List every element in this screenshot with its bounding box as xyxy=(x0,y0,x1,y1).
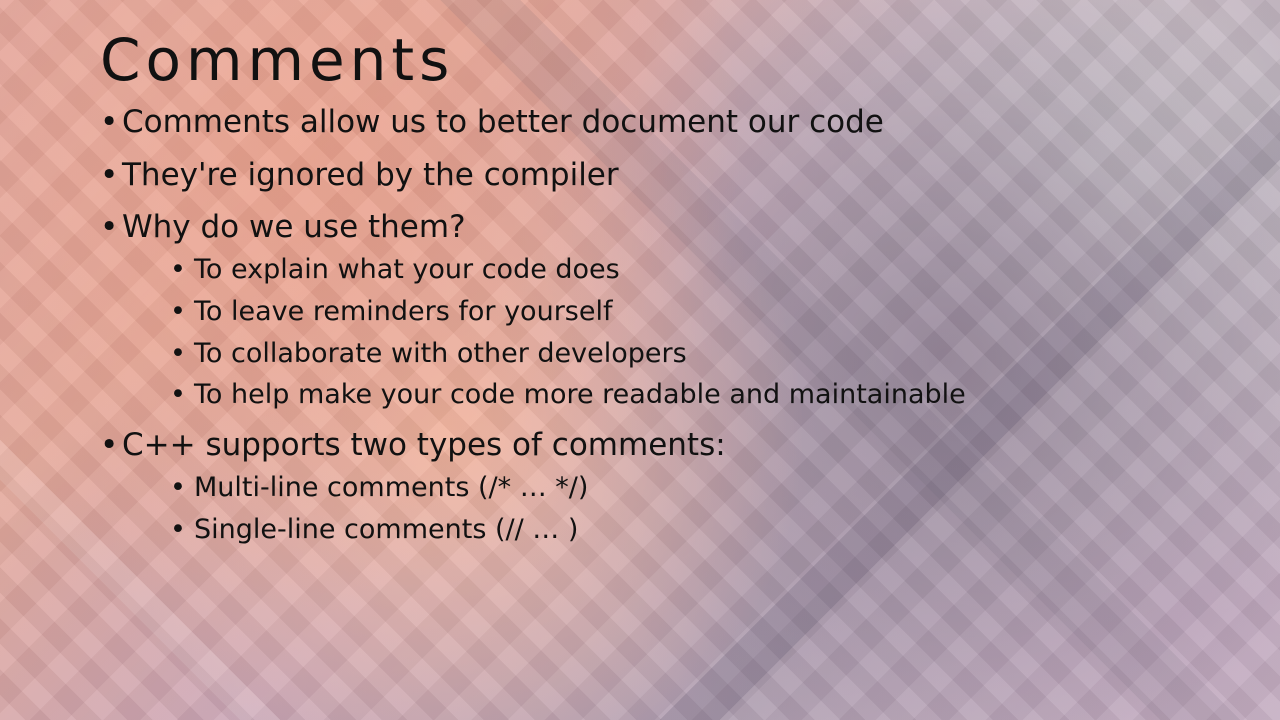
slide-background: Comments Comments allow us to better doc… xyxy=(0,0,1280,720)
bullet-text: Comments allow us to better document our… xyxy=(122,103,884,140)
sub-bullet-list: To explain what your code does To leave … xyxy=(122,253,1160,412)
sub-bullet-item: To leave reminders for yourself xyxy=(170,295,1160,329)
sub-bullet-item: To help make your code more readable and… xyxy=(170,378,1160,412)
sub-bullet-item: Multi-line comments (/* … */) xyxy=(170,471,1160,505)
bullet-text: They're ignored by the compiler xyxy=(122,156,619,193)
bullet-item: They're ignored by the compiler xyxy=(100,156,1160,195)
sub-bullet-item: To collaborate with other developers xyxy=(170,337,1160,371)
slide-title: Comments xyxy=(100,26,455,94)
bullet-text: Why do we use them? xyxy=(122,209,466,246)
slide-content: Comments Comments allow us to better doc… xyxy=(100,28,1160,560)
sub-bullet-item: To explain what your code does xyxy=(170,253,1160,287)
sub-bullet-list: Multi-line comments (/* … */) Single-lin… xyxy=(122,471,1160,547)
bullet-item: C++ supports two types of comments: Mult… xyxy=(100,426,1160,546)
bullet-item: Comments allow us to better document our… xyxy=(100,103,1160,142)
bullet-list: Comments allow us to better document our… xyxy=(100,103,1160,547)
sub-bullet-item: Single-line comments (// … ) xyxy=(170,513,1160,547)
bullet-item: Why do we use them? To explain what your… xyxy=(100,208,1160,412)
bullet-text: C++ supports two types of comments: xyxy=(122,427,726,464)
